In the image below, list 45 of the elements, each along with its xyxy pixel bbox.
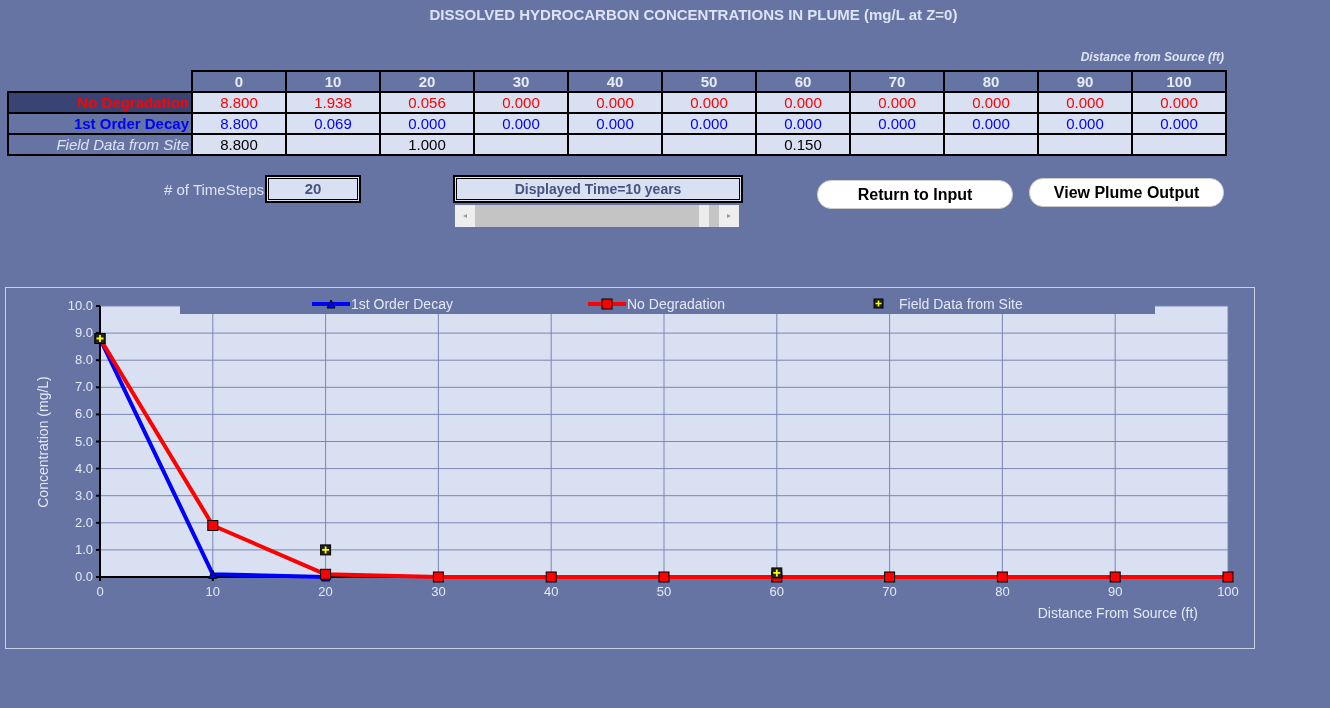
x-tick-label: 80 <box>995 584 1010 599</box>
x-tick-label: 0 <box>96 584 104 599</box>
y-axis-title: Concentration (mg/L) <box>35 376 51 508</box>
column-header: 50 <box>662 71 756 92</box>
column-header: 70 <box>850 71 944 92</box>
y-tick-label: 10.0 <box>67 298 93 313</box>
column-header: 90 <box>1038 71 1132 92</box>
y-tick-label: 7.0 <box>74 379 93 395</box>
row-header: 1st Order Decay <box>73 115 189 132</box>
y-tick-label: 4.0 <box>74 460 93 476</box>
y-tick-label: 0.0 <box>74 569 93 584</box>
table-caption: Distance from Source (ft) <box>1080 50 1224 66</box>
column-header: 80 <box>944 71 1038 92</box>
displayed-time-field: Displayed Time=10 years <box>454 176 743 202</box>
column-header: 20 <box>380 71 474 92</box>
row-header: No Degradation <box>77 94 189 111</box>
x-tick-label: 10 <box>205 584 221 599</box>
y-tick-label: 8.0 <box>74 352 93 368</box>
column-header: 40 <box>568 71 662 92</box>
row-header: Field Data from Site <box>56 136 189 153</box>
column-header: 60 <box>756 71 850 92</box>
x-tick-label: 90 <box>1107 584 1123 599</box>
x-tick-label: 20 <box>318 584 333 599</box>
x-tick-label: 50 <box>656 584 672 599</box>
y-tick-label: 5.0 <box>74 433 93 449</box>
column-header: 0 <box>192 71 286 92</box>
y-tick-label: 1.0 <box>74 541 93 557</box>
y-tick-label: 9.0 <box>74 325 93 341</box>
column-header: 100 <box>1132 71 1226 92</box>
x-tick-label: 30 <box>431 584 446 599</box>
x-tick-label: 70 <box>882 584 897 599</box>
legend-label: Field Data from Site <box>899 296 1023 312</box>
y-tick-label: 3.0 <box>74 487 93 503</box>
y-tick-label: 6.0 <box>74 406 93 422</box>
sheet-title: DISSOLVED HYDROCARBON CONCENTRATIONS IN PLUME (mg/L at Z=0) <box>428 6 959 25</box>
column-header: 30 <box>474 71 568 92</box>
column-header: 10 <box>286 71 380 92</box>
y-tick-label: 2.0 <box>74 514 93 530</box>
x-axis-title: Distance From Source (ft) <box>1037 605 1198 621</box>
x-tick-label: 40 <box>543 584 559 599</box>
x-tick-label: 100 <box>1217 584 1239 599</box>
legend-label: No Degradation <box>627 296 726 312</box>
legend-label: 1st Order Decay <box>351 296 453 312</box>
timesteps-label: # of TimeSteps <box>164 181 265 198</box>
x-tick-label: 60 <box>769 584 785 599</box>
